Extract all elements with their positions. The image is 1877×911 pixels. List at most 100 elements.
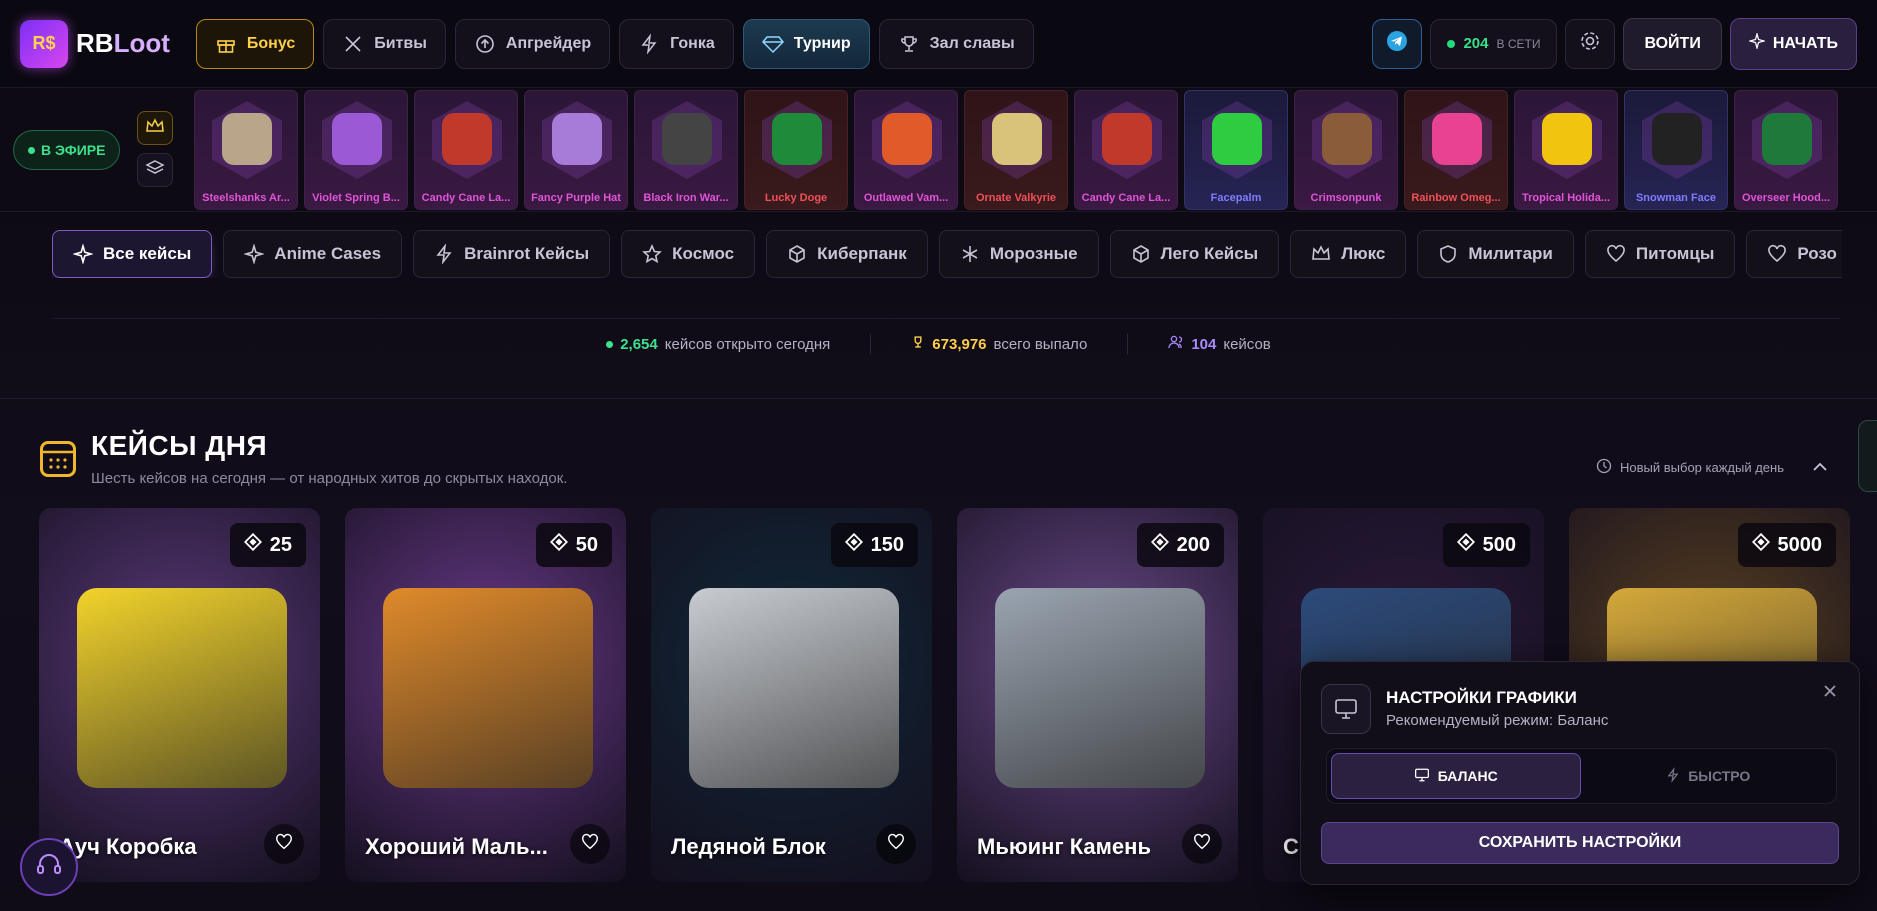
daily-refresh-info: Новый выбор каждый день [1596, 458, 1828, 477]
live-drop-item[interactable]: Fancy Purple Hat [524, 90, 628, 210]
category-tab[interactable]: Brainrot Кейсы [413, 230, 611, 278]
case-price-badge: 5000 [1737, 523, 1836, 567]
nav-battles-button[interactable]: Битвы [323, 18, 446, 69]
live-badge[interactable]: В ЭФИРЕ [13, 130, 121, 170]
favorite-button[interactable] [876, 824, 916, 864]
live-drop-name: Snowman Face [1635, 192, 1717, 204]
logo-text: RBLoot [76, 28, 170, 59]
nav-race-button[interactable]: Гонка [619, 18, 734, 69]
case-name: Хороший Маль... [365, 834, 548, 859]
live-drop-item[interactable]: Tropical Holida... [1514, 90, 1618, 210]
save-settings-button[interactable]: СОХРАНИТЬ НАСТРОЙКИ [1321, 822, 1839, 864]
favorite-button[interactable] [1182, 824, 1222, 864]
nav-upgrader-button[interactable]: Апгрейдер [454, 18, 611, 69]
mode-fast-button[interactable]: БЫСТРО [1585, 753, 1833, 799]
live-drop-item[interactable]: Outlawed Vam... [854, 90, 958, 210]
category-tab[interactable]: Морозные [938, 230, 1099, 278]
item-image [442, 113, 492, 165]
live-drop-name: Rainbow Omeg... [1411, 192, 1501, 204]
telegram-button[interactable] [1372, 18, 1423, 69]
category-tab-label: Морозные [989, 244, 1078, 263]
diamond-icon [1150, 532, 1169, 557]
close-icon[interactable] [1823, 682, 1837, 703]
case-image [383, 588, 593, 788]
live-dot [28, 146, 35, 154]
item-image [1542, 113, 1592, 165]
live-drop-item[interactable]: Violet Spring B... [304, 90, 408, 210]
item-image [1652, 113, 1702, 165]
stats-bar: 2,654 кейсов открыто сегодня 673,976 все… [0, 330, 1877, 358]
section-title: КЕЙСЫ ДНЯ [91, 430, 268, 461]
nav-hall-of-fame-button[interactable]: Зал славы [878, 18, 1034, 69]
gear-icon [1579, 30, 1601, 57]
case-card[interactable]: 150 Ледяной Блок [651, 508, 932, 882]
nav-bonus-button[interactable]: Бонус [195, 18, 315, 69]
top-header: R$ RBLoot Бонус Битвы Апгрейдер Гонка Ту… [0, 0, 1877, 88]
live-drop-item[interactable]: Overseer Hood... [1734, 90, 1838, 210]
item-image [552, 113, 602, 165]
case-price: 25 [269, 533, 292, 556]
stat-dropped-label: всего выпало [993, 335, 1088, 353]
live-drop-item[interactable]: Black Iron War... [634, 90, 738, 210]
category-tab[interactable]: Все кейсы [52, 230, 213, 278]
cube-icon [787, 244, 807, 264]
item-image [222, 113, 272, 165]
sparkles-icon [1747, 31, 1767, 54]
case-card[interactable]: 200 Мьюинг Камень [957, 508, 1238, 882]
stat-cases: 104 кейсов [1168, 335, 1271, 353]
case-card[interactable]: 50 Хороший Маль... [345, 508, 626, 882]
category-tab[interactable]: Розо [1746, 230, 1842, 278]
category-tab[interactable]: Anime Cases [223, 230, 403, 278]
layers-icon [145, 159, 165, 182]
live-drop-item[interactable]: Ornate Valkyrie [964, 90, 1068, 210]
divider [1127, 334, 1129, 354]
heart-icon [580, 833, 600, 856]
live-drop-item[interactable]: Facepalm [1184, 90, 1288, 210]
star-icon [642, 243, 663, 264]
category-tab[interactable]: Космос [621, 230, 756, 278]
live-drop-item[interactable]: Lucky Doge [744, 90, 848, 210]
live-drop-item[interactable]: Rainbow Omeg... [1404, 90, 1508, 210]
live-drop-item[interactable]: Candy Cane La... [1074, 90, 1178, 210]
category-tab[interactable]: Милитари [1417, 230, 1574, 278]
live-badge-label: В ЭФИРЕ [41, 142, 106, 158]
login-button[interactable]: ВОЙТИ [1623, 17, 1722, 70]
case-price-badge: 50 [535, 523, 612, 567]
telegram-icon [1386, 30, 1408, 57]
settings-button[interactable] [1565, 18, 1616, 69]
clock-icon [1596, 458, 1612, 477]
category-tab[interactable]: Питомцы [1584, 230, 1736, 278]
mode-balance-button[interactable]: БАЛАНС [1331, 753, 1581, 799]
gift-icon [215, 33, 237, 55]
crown-icon [145, 117, 165, 139]
all-drops-toggle[interactable] [137, 153, 173, 187]
start-button[interactable]: НАЧАТЬ [1729, 17, 1857, 70]
logo[interactable]: R$ RBLoot [20, 19, 170, 68]
category-tab[interactable]: Лего Кейсы [1109, 230, 1280, 278]
favorite-button[interactable] [264, 824, 304, 864]
live-drop-item[interactable]: Steelshanks Ar... [194, 90, 298, 210]
category-tab[interactable]: Киберпанк [766, 230, 928, 278]
nav-tournament-button[interactable]: Турнир [742, 18, 870, 69]
category-tab[interactable]: Люкс [1290, 230, 1407, 278]
side-drawer-tab[interactable] [1858, 420, 1877, 492]
support-button[interactable] [20, 838, 78, 896]
live-drop-item[interactable]: Candy Cane La... [414, 90, 518, 210]
users-icon [1168, 335, 1184, 353]
case-name: Ледяной Блок [671, 834, 826, 859]
start-label: НАЧАТЬ [1772, 34, 1838, 52]
diamond-icon [761, 33, 784, 55]
live-drop-item[interactable]: Snowman Face [1624, 90, 1728, 210]
category-tab-label: Космос [672, 244, 735, 263]
case-card[interactable]: 25 Ауч Коробка [39, 508, 320, 882]
diamond-icon [243, 532, 262, 557]
live-drop-item[interactable]: Crimsonpunk [1294, 90, 1398, 210]
case-price-badge: 25 [229, 523, 306, 567]
top-drops-toggle[interactable] [137, 111, 173, 145]
lightning-icon [434, 243, 454, 265]
diamond-icon [1751, 532, 1770, 557]
chevron-up-icon[interactable] [1812, 460, 1828, 475]
case-image [77, 588, 287, 788]
live-drop-name: Steelshanks Ar... [202, 192, 290, 204]
favorite-button[interactable] [570, 824, 610, 864]
